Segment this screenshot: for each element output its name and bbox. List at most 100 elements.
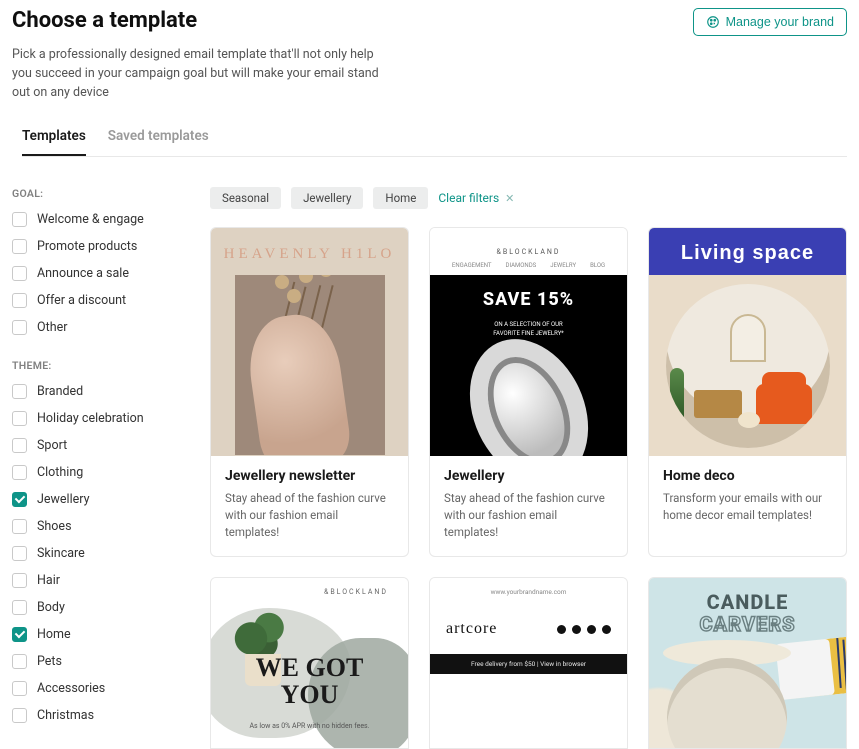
checkbox-icon: [12, 212, 27, 227]
filter-label: Branded: [37, 384, 83, 399]
filter-welcome-engage[interactable]: Welcome & engage: [12, 212, 182, 227]
clear-filters-button[interactable]: Clear filters ✕: [438, 191, 514, 205]
thumb-headline-line: WE GOT: [211, 654, 408, 681]
template-card-jewellery[interactable]: &BLOCKLAND ENGAGEMENT DIAMONDS JEWELRY B…: [429, 227, 628, 557]
tab-saved-templates[interactable]: Saved templates: [108, 120, 209, 156]
checkbox-icon: [12, 293, 27, 308]
close-icon: ✕: [505, 192, 514, 205]
template-card-artcore[interactable]: www.yourbrandname.com artcore Free deliv…: [429, 577, 628, 749]
filter-body[interactable]: Body: [12, 600, 182, 615]
checkbox-icon: [12, 573, 27, 588]
filter-hair[interactable]: Hair: [12, 573, 182, 588]
template-desc: Stay ahead of the fashion curve with our…: [225, 490, 394, 540]
template-title: Jewellery: [444, 468, 613, 484]
thumb-nav-item: ENGAGEMENT: [452, 262, 492, 269]
template-desc: Stay ahead of the fashion curve with our…: [444, 490, 613, 540]
filter-label: Skincare: [37, 546, 85, 561]
filter-label: Accessories: [37, 681, 105, 696]
template-card-home-deco[interactable]: Living space Home deco Transform your em…: [648, 227, 847, 557]
template-thumbnail: HEAVENLY H1LO: [211, 228, 408, 456]
filter-branded[interactable]: Branded: [12, 384, 182, 399]
chip-home[interactable]: Home: [373, 187, 428, 209]
templates-grid-row2: &BLOCKLAND WE GOT YOU As low as 0% APR w…: [210, 577, 847, 749]
goal-section-label: GOAL:: [12, 187, 182, 200]
checkbox-icon: [12, 681, 27, 696]
checkbox-icon: [12, 411, 27, 426]
filter-sport[interactable]: Sport: [12, 438, 182, 453]
template-card-we-got-you[interactable]: &BLOCKLAND WE GOT YOU As low as 0% APR w…: [210, 577, 409, 749]
filter-label: Pets: [37, 654, 62, 669]
filter-promote-products[interactable]: Promote products: [12, 239, 182, 254]
templates-grid: HEAVENLY H1LO Jewellery newsletter Stay …: [210, 227, 847, 557]
template-title: Home deco: [663, 468, 832, 484]
manage-brand-button[interactable]: Manage your brand: [693, 8, 847, 36]
filter-label: Holiday celebration: [37, 411, 144, 426]
thumb-sub-line: ON A SELECTION OF OUR: [430, 320, 627, 329]
thumb-headline: SAVE 15%: [430, 289, 627, 310]
template-card-jewellery-newsletter[interactable]: HEAVENLY H1LO Jewellery newsletter Stay …: [210, 227, 409, 557]
filter-pets[interactable]: Pets: [12, 654, 182, 669]
thumb-image: [235, 275, 385, 455]
template-thumbnail: &BLOCKLAND ENGAGEMENT DIAMONDS JEWELRY B…: [430, 228, 627, 456]
filter-skincare[interactable]: Skincare: [12, 546, 182, 561]
thumb-title-line: CANDLE: [649, 590, 846, 614]
filter-label: Sport: [37, 438, 67, 453]
checkbox-checked-icon: [12, 492, 27, 507]
filter-label: Offer a discount: [37, 293, 126, 308]
candle-graphic: [667, 658, 787, 748]
thumb-headline: WE GOT YOU: [211, 654, 408, 709]
filter-christmas[interactable]: Christmas: [12, 708, 182, 723]
social-icon: [572, 625, 581, 634]
template-thumbnail: &BLOCKLAND WE GOT YOU As low as 0% APR w…: [211, 578, 408, 748]
tab-templates[interactable]: Templates: [22, 120, 86, 156]
matchbox-graphic: [775, 636, 846, 700]
chip-seasonal[interactable]: Seasonal: [210, 187, 281, 209]
filter-jewellery[interactable]: Jewellery: [12, 492, 182, 507]
filter-label: Welcome & engage: [37, 212, 144, 227]
checkbox-icon: [12, 546, 27, 561]
filter-holiday[interactable]: Holiday celebration: [12, 411, 182, 426]
palette-icon: [706, 15, 720, 29]
thumb-bar-text: Free delivery from $50 | View in browser: [430, 654, 627, 674]
tabs: Templates Saved templates: [22, 120, 847, 157]
thumb-nav: ENGAGEMENT DIAMONDS JEWELRY BLOG: [430, 262, 627, 269]
manage-brand-label: Manage your brand: [726, 15, 834, 29]
template-thumbnail: CANDLE CARVERS: [649, 578, 846, 748]
filter-offer-discount[interactable]: Offer a discount: [12, 293, 182, 308]
chip-jewellery[interactable]: Jewellery: [291, 187, 363, 209]
filter-shoes[interactable]: Shoes: [12, 519, 182, 534]
clear-filters-label: Clear filters: [438, 191, 499, 205]
page-title: Choose a template: [12, 8, 197, 33]
filter-accessories[interactable]: Accessories: [12, 681, 182, 696]
thumb-logo-text: &BLOCKLAND: [324, 588, 388, 596]
filter-home[interactable]: Home: [12, 627, 182, 642]
checkbox-icon: [12, 239, 27, 254]
template-title: Jewellery newsletter: [225, 468, 394, 484]
filter-clothing[interactable]: Clothing: [12, 465, 182, 480]
template-card-candle-carvers[interactable]: CANDLE CARVERS: [648, 577, 847, 749]
filter-other[interactable]: Other: [12, 320, 182, 335]
checkbox-icon: [12, 465, 27, 480]
thumb-subtext: ON A SELECTION OF OUR FAVORITE FINE JEWE…: [430, 320, 627, 338]
checkbox-icon: [12, 600, 27, 615]
page-subtitle: Pick a professionally designed email tem…: [12, 46, 382, 102]
filter-label: Announce a sale: [37, 266, 129, 281]
ring-graphic: [447, 320, 610, 456]
filter-label: Shoes: [37, 519, 72, 534]
template-thumbnail: www.yourbrandname.com artcore Free deliv…: [430, 578, 627, 748]
template-desc: Transform your emails with our home deco…: [663, 490, 832, 523]
goal-filter-list: Welcome & engage Promote products Announ…: [12, 212, 182, 335]
template-thumbnail: Living space: [649, 228, 846, 456]
templates-main: Seasonal Jewellery Home Clear filters ✕ …: [210, 187, 847, 749]
checkbox-icon: [12, 654, 27, 669]
thumb-url-text: www.yourbrandname.com: [430, 578, 627, 610]
checkbox-checked-icon: [12, 627, 27, 642]
filter-announce-sale[interactable]: Announce a sale: [12, 266, 182, 281]
thumb-logo-text: artcore: [446, 620, 497, 638]
theme-section-label: THEME:: [12, 359, 182, 372]
active-filters-row: Seasonal Jewellery Home Clear filters ✕: [210, 187, 847, 209]
checkbox-icon: [12, 708, 27, 723]
thumb-title-outline: CARVERS: [649, 612, 846, 636]
filter-label: Christmas: [37, 708, 94, 723]
checkbox-icon: [12, 519, 27, 534]
